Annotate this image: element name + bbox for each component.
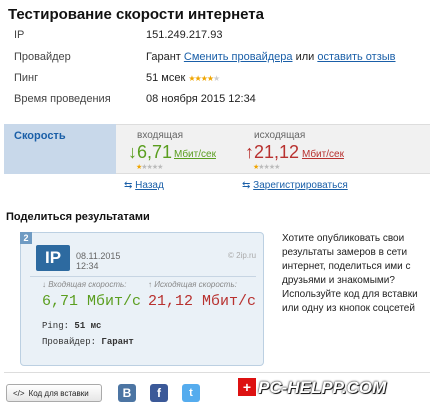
ping-value: 51 мсек — [146, 72, 186, 84]
ip-logo-icon: IP — [36, 245, 70, 271]
download-caption: входящая — [137, 130, 183, 141]
code-icon: </> — [13, 388, 25, 398]
card-site: © 2ip.ru — [228, 251, 257, 260]
card-time: 12:34 — [76, 261, 99, 271]
download-speed: ↓6,71 — [128, 142, 172, 163]
upload-unit: Мбит/сек — [302, 149, 344, 160]
brand-plus-icon: + — [238, 378, 256, 396]
footer-divider — [4, 372, 430, 373]
provider-label: Провайдер — [14, 51, 71, 63]
card-divider — [30, 276, 256, 277]
provider-name: Гарант — [146, 51, 181, 63]
download-value: 6,71 — [137, 142, 173, 162]
embed-code-button[interactable]: </> Код для вставки — [6, 384, 102, 402]
ping-label: Пинг — [14, 72, 39, 84]
share-title: Поделиться результатами — [6, 211, 150, 223]
card-ping-value: 51 мс — [74, 321, 102, 331]
card-download-value: 6,71 Мбит/с — [42, 293, 142, 310]
facebook-share-icon[interactable]: f — [150, 384, 168, 402]
page-title: Тестирование скорости интернета — [8, 6, 264, 23]
provider-row: Гарант Сменить провайдера или оставить о… — [146, 51, 396, 63]
review-link[interactable]: оставить отзыв — [317, 51, 395, 63]
card-badge: 2 — [20, 232, 32, 244]
card-download-caption: ↓ Входящая скорость: — [42, 280, 127, 289]
download-arrow-icon: ↓ — [128, 142, 137, 162]
card-ping: Ping: 51 мс — [42, 321, 101, 331]
register-icon: ⇆ — [242, 180, 251, 191]
card-provider-value: Гарант — [101, 337, 134, 347]
time-value: 08 ноября 2015 12:34 — [146, 93, 256, 105]
card-date: 08.11.2015 — [76, 251, 121, 261]
embed-code-label: Код для вставки — [28, 388, 89, 398]
back-label: Назад — [135, 180, 164, 191]
register-link[interactable]: ⇆ Зарегистрироваться — [242, 180, 348, 191]
time-label: Время проведения — [14, 93, 111, 105]
ping-rating-stars: ★★★★★ — [188, 74, 220, 83]
upload-caption: исходящая — [254, 130, 306, 141]
upload-value: 21,12 — [254, 142, 300, 162]
download-rating-stars: ★★★★★ — [136, 164, 163, 171]
or-text: или — [295, 51, 315, 63]
change-provider-link[interactable]: Сменить провайдера — [184, 51, 293, 63]
card-provider: Провайдер: Гарант — [42, 337, 134, 347]
ping-row: 51 мсек ★★★★★ — [146, 72, 220, 84]
card-provider-label: Провайдер: — [42, 337, 97, 347]
back-icon: ⇆ — [124, 180, 133, 191]
upload-rating-stars: ★★★★★ — [253, 164, 280, 171]
upload-speed: ↑21,12 — [245, 142, 299, 163]
vk-share-icon[interactable]: B — [118, 384, 136, 402]
card-upload-value: 21,12 Мбит/с — [148, 293, 257, 310]
back-link[interactable]: ⇆ Назад — [124, 180, 164, 191]
share-description: Хотите опубликовать свои результаты заме… — [282, 233, 418, 314]
ip-label: IP — [14, 29, 25, 41]
card-upload-caption: ↑ Исходящая скорость: — [148, 280, 237, 289]
register-label: Зарегистрироваться — [253, 180, 348, 191]
download-unit: Мбит/сек — [174, 149, 216, 160]
speed-tab-label: Скорость — [14, 130, 66, 142]
card-ping-label: Ping: — [42, 321, 70, 331]
brand-logo: PC-HELPP.COM — [258, 378, 387, 397]
upload-arrow-icon: ↑ — [245, 142, 254, 162]
ip-value: 151.249.217.93 — [146, 29, 223, 41]
twitter-share-icon[interactable]: t — [182, 384, 200, 402]
